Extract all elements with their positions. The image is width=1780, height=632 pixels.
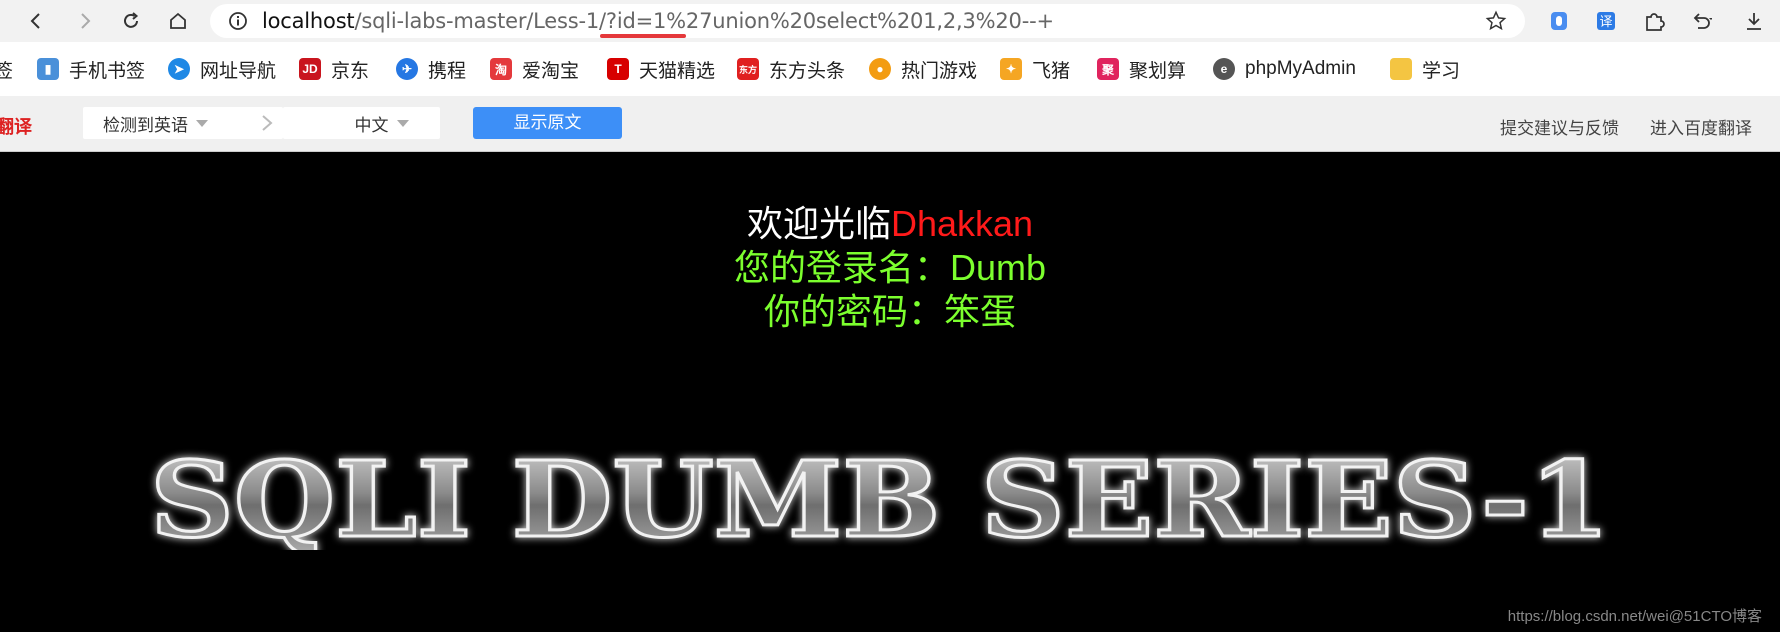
enter-baidu-translate-link[interactable]: 进入百度翻译	[1650, 114, 1752, 139]
bookmark-item[interactable]: 签	[0, 56, 13, 82]
translation-bar: 翻译 检测到英语 中文 显示原文 提交建议与反馈 进入百度翻译	[0, 96, 1780, 152]
folder-icon	[1390, 58, 1412, 80]
forward-arrow-icon	[81, 13, 91, 29]
chevron-down-icon	[196, 119, 208, 127]
bookmark-item[interactable]: e phpMyAdmin	[1213, 56, 1356, 82]
url-text[interactable]: localhost/sqli-labs-master/Less-1/?id=1%…	[262, 4, 1054, 38]
ctrip-icon: ✈	[396, 58, 418, 80]
phone-bookmark-icon: ▮	[37, 58, 59, 80]
address-bar[interactable]: localhost/sqli-labs-master/Less-1/?id=1%…	[210, 4, 1525, 38]
svg-text:译: 译	[1599, 15, 1612, 30]
game-icon: ●	[869, 58, 891, 80]
bookmark-item[interactable]: ● 热门游戏	[869, 56, 977, 82]
jd-icon: JD	[299, 58, 321, 80]
shield-extension-icon	[1551, 12, 1567, 30]
reload-button[interactable]	[116, 6, 146, 36]
undo-button[interactable]	[1687, 7, 1715, 35]
navigation-icon: ➤	[168, 58, 190, 80]
home-icon	[170, 12, 186, 29]
url-host: localhost	[262, 9, 355, 33]
bookmark-item[interactable]: 东方 东方头条	[737, 56, 845, 82]
feedback-link[interactable]: 提交建议与反馈	[1500, 114, 1619, 139]
phpmyadmin-icon: e	[1213, 58, 1235, 80]
welcome-name: Dhakkan	[890, 203, 1034, 244]
bookmark-item[interactable]: ▮ 手机书签	[37, 56, 145, 82]
bookmark-item[interactable]: ✦ 飞猪	[1000, 56, 1070, 82]
translate-extension[interactable]: 译	[1592, 7, 1620, 35]
watermark: https://blog.csdn.net/wei@51CTO博客	[1507, 608, 1762, 625]
puzzle-icon	[1646, 13, 1665, 31]
bookmark-star-icon[interactable]	[1485, 10, 1507, 32]
bookmark-item[interactable]: T 天猫精选	[607, 56, 715, 82]
reload-icon	[124, 12, 139, 28]
undo-icon	[1693, 13, 1712, 29]
download-icon	[1747, 13, 1761, 30]
fliggy-icon: ✦	[1000, 58, 1022, 80]
bookmark-item[interactable]: 聚聚划算	[1097, 56, 1186, 82]
sqli-dumb-series-banner: SQLI DUMB SERIES-1	[149, 440, 1612, 550]
toutiao-icon: 东方	[737, 58, 759, 80]
url-path: /sqli-labs-master/Less-1/?id=1%27union%2…	[354, 9, 1054, 33]
password-line: 你的密码：笨蛋	[763, 291, 1016, 332]
taobao-icon: 淘	[490, 58, 512, 80]
welcome-block: 欢迎光临Dhakkan 您的登录名：Dumb 你的密码：笨蛋	[0, 202, 1780, 334]
bookmark-item[interactable]: ✈ 携程	[396, 56, 466, 82]
back-button[interactable]	[21, 6, 51, 36]
url-highlight-underline	[600, 34, 686, 38]
target-language-select[interactable]: 中文	[283, 107, 440, 139]
welcome-prefix: 欢迎光临	[746, 203, 891, 244]
bookmark-item[interactable]: JD 京东	[299, 56, 369, 82]
back-arrow-icon	[30, 13, 40, 29]
bookmark-item[interactable]: 学习	[1390, 56, 1460, 82]
chevron-right-icon	[262, 115, 273, 131]
juhuasuan-icon: 聚	[1097, 58, 1119, 80]
page-content: 欢迎光临Dhakkan 您的登录名：Dumb 你的密码：笨蛋 SQLI DUMB…	[0, 152, 1780, 632]
tmall-icon: T	[607, 58, 629, 80]
baidu-translate-logo: 翻译	[0, 117, 32, 137]
source-language-select[interactable]: 检测到英语	[83, 107, 283, 139]
translate-icon: 译	[1597, 12, 1615, 30]
bookmark-item[interactable]: 淘爱淘宝	[490, 56, 579, 82]
chevron-down-icon	[396, 119, 409, 127]
extensions-button[interactable]	[1640, 7, 1668, 35]
forward-button[interactable]	[70, 6, 100, 36]
show-original-button[interactable]: 显示原文	[473, 107, 622, 139]
welcome-line: 欢迎光临Dhakkan	[0, 202, 1780, 246]
downloads-button[interactable]	[1740, 7, 1768, 35]
bookmark-item[interactable]: ➤ 网址导航	[168, 56, 276, 82]
site-info-icon[interactable]	[228, 11, 248, 31]
extension-shield[interactable]	[1545, 7, 1573, 35]
browser-toolbar: localhost/sqli-labs-master/Less-1/?id=1%…	[0, 0, 1780, 42]
bookmarks-bar: 签 ▮ 手机书签 ➤ 网址导航 JD 京东 ✈ 携程 淘爱淘宝 T 天猫精选 东方 东方头条…	[0, 42, 1780, 96]
banner-text: SQLI DUMB SERIES-1	[150, 440, 1610, 550]
login-name-line: 您的登录名：Dumb	[733, 247, 1047, 288]
home-button[interactable]	[163, 6, 193, 36]
